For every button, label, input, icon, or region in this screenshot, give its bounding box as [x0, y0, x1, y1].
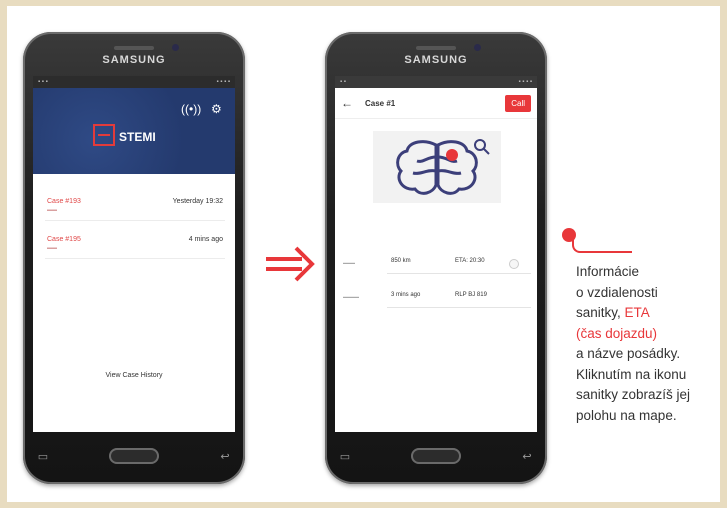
call-button[interactable]: Call [505, 94, 531, 112]
case-id: Case #195 [47, 236, 81, 243]
phone-screen: ▪ ▪ ▪ ▪ ▪ ▪ ▪ ((•)) ⚙ STEMI Case #193 ▬▬… [33, 76, 235, 432]
home-button[interactable] [109, 448, 159, 464]
case-row[interactable]: Case #195 ▬▬ 4 mins ago [45, 230, 225, 259]
speaker-grille [114, 46, 154, 50]
stemi-logo-icon [93, 124, 115, 146]
row-divider [387, 273, 531, 274]
brain-icon [396, 139, 490, 195]
annotation-line: Kliknutím na ikonu [576, 366, 687, 382]
row-label-icon: ▬▬▬ [343, 260, 355, 265]
case-time: Yesterday 19:32 [172, 198, 223, 205]
phone-left: SAMSUNG ▪ ▪ ▪ ▪ ▪ ▪ ▪ ((•)) ⚙ STEMI Case… [23, 32, 245, 484]
view-case-history-link[interactable]: View Case History [33, 372, 235, 379]
phone-right: SAMSUNG ▪ ▪ ▪ ▪ ▪ ▪ ← Case #1 Call ▬▬▬ 8… [325, 32, 547, 484]
distance-value: 850 km [391, 258, 411, 264]
phone-brand: SAMSUNG [404, 54, 468, 66]
eta-value: ETA: 20:30 [455, 258, 485, 264]
double-arrow-icon [266, 246, 315, 282]
broadcast-icon[interactable]: ((•)) [181, 102, 201, 116]
case-time: 4 mins ago [188, 236, 223, 243]
annotation-line: polohu na mape. [576, 407, 677, 423]
annotation-line: a názve posádky. [576, 346, 681, 361]
app-logo-text: STEMI [119, 130, 156, 144]
recent-apps-icon[interactable]: ▭ [33, 450, 53, 463]
back-arrow-icon[interactable]: ← [341, 96, 357, 110]
annotation-line-part: sanitky, [576, 305, 625, 320]
annotation-line: sanitky zobrazíš jej [576, 387, 691, 402]
recent-apps-icon[interactable]: ▭ [335, 450, 355, 463]
front-camera [172, 44, 179, 51]
gear-icon[interactable]: ⚙ [211, 102, 222, 116]
speaker-grille [416, 46, 456, 50]
front-camera [474, 44, 481, 51]
home-button[interactable] [411, 448, 461, 464]
case-sub-icon: ▬▬ [47, 207, 57, 213]
brain-illustration [373, 131, 501, 203]
hardware-navbar: ▭ ↩ [33, 436, 235, 476]
status-icons-left: ▪ ▪ ▪ [38, 79, 48, 85]
annotation-connector [572, 238, 632, 253]
status-icons-left: ▪ ▪ [340, 79, 346, 85]
status-bar: ▪ ▪ ▪ ▪ ▪ ▪ [335, 76, 537, 88]
case-title: Case #1 [365, 98, 396, 108]
hero-banner: ((•)) ⚙ STEMI [33, 88, 235, 174]
info-row-distance: ▬▬▬ 850 km ETA: 20:30 [341, 252, 531, 274]
status-icons-right: ▪ ▪ ▪ ▪ [518, 79, 532, 85]
status-icons-right: ▪ ▪ ▪ ▪ [216, 79, 230, 85]
case-sub-icon: ▬▬ [47, 245, 57, 251]
updated-time: 3 mins ago [391, 292, 421, 298]
phone-screen: ▪ ▪ ▪ ▪ ▪ ▪ ← Case #1 Call ▬▬▬ 850 km ET… [335, 76, 537, 432]
annotation-text: Informácie o vzdialenosti sanitky, ETA (… [576, 262, 726, 426]
status-bar: ▪ ▪ ▪ ▪ ▪ ▪ ▪ [33, 76, 235, 88]
hardware-navbar: ▭ ↩ [335, 436, 537, 476]
back-icon[interactable]: ↩ [215, 450, 235, 463]
annotation-line-highlight: (čas dojazdu) [576, 325, 658, 341]
crew-name: RLP BJ 819 [455, 292, 487, 298]
app-bar: ← Case #1 Call [335, 88, 537, 119]
back-icon[interactable]: ↩ [517, 450, 537, 463]
annotation-line: sanitky, ETA [576, 303, 726, 324]
ambulance-icon[interactable] [509, 259, 519, 269]
info-row-crew: ▬▬▬▬ 3 mins ago RLP BJ 819 [341, 286, 531, 308]
case-row[interactable]: Case #193 ▬▬ Yesterday 19:32 [45, 192, 225, 221]
phone-brand: SAMSUNG [102, 54, 166, 66]
case-id: Case #193 [47, 198, 81, 205]
row-label-icon: ▬▬▬▬ [343, 294, 359, 299]
annotation-highlight: ETA [624, 305, 650, 320]
annotation-line: o vzdialenosti [576, 284, 658, 300]
annotation-line: Informácie [576, 264, 640, 279]
row-divider [387, 307, 531, 308]
